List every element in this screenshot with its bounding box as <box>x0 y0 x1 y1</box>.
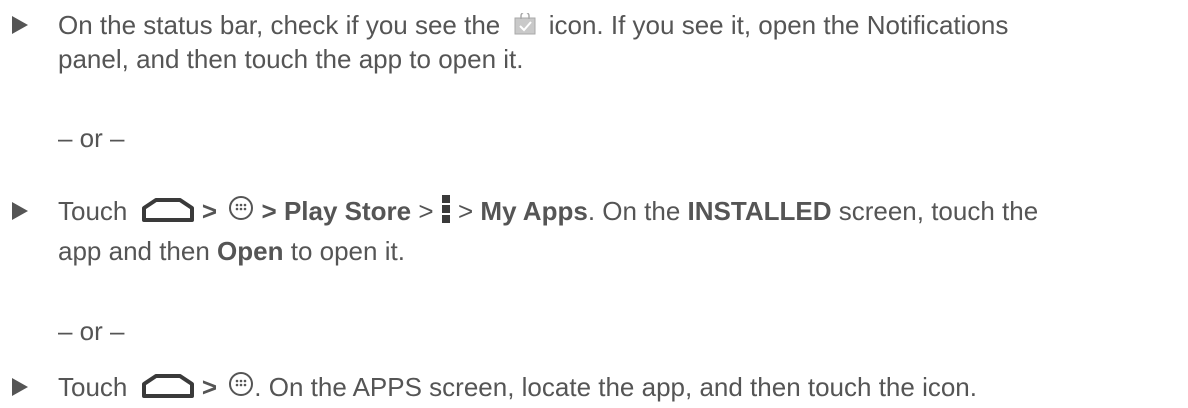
step-1-line-2: panel, and then touch the app to open it… <box>58 44 524 74</box>
step-2-touch: Touch <box>58 196 128 226</box>
step-2-line2-b: to open it. <box>283 236 405 266</box>
step-2-open: Open <box>217 236 284 266</box>
menu-icon <box>441 195 451 224</box>
step-1-line-1: On the status bar, check if you see the … <box>58 10 1008 40</box>
step-2-gt-1: > <box>201 196 218 226</box>
step-2-text-b: screen, touch the <box>831 196 1039 226</box>
step-2-gt-4: > <box>458 196 474 226</box>
step-2-play-store: Play Store <box>283 196 412 226</box>
bullet-arrow-icon <box>12 202 28 220</box>
step-3-gt-1: > <box>201 372 218 402</box>
or-separator-1: – or – <box>58 123 125 153</box>
bullet-arrow-icon <box>12 16 28 34</box>
step-2-gt-3: > <box>418 196 434 226</box>
step-2-my-apps: My Apps <box>480 196 588 226</box>
home-icon <box>141 374 195 399</box>
step-3-text: . On the APPS screen, locate the app, an… <box>254 372 977 402</box>
step-2-text-a: . On the <box>587 196 688 226</box>
or-separator-2: – or – <box>58 316 125 346</box>
step-2-installed: INSTALLED <box>687 196 832 226</box>
step-2-line-1: Touch > > Play Store > > My Apps. On the… <box>58 195 1039 227</box>
step-3-line-1: Touch > . On the APPS screen, locate the… <box>58 372 977 402</box>
bullet-arrow-icon <box>12 378 28 396</box>
apps-launcher-icon <box>228 371 254 397</box>
step-1-text-a: On the status bar, check if you see the <box>58 10 501 40</box>
apps-launcher-icon <box>228 195 254 221</box>
step-1-text-b: icon. If you see it, open the Notificati… <box>548 10 1009 40</box>
step-2-line-2: app and then Open to open it. <box>58 236 405 266</box>
home-icon <box>141 198 195 223</box>
step-3-touch: Touch <box>58 372 128 402</box>
store-bag-check-icon <box>514 13 536 35</box>
step-2-gt-2: > <box>261 196 277 226</box>
step-2-line2-a: app and then <box>58 236 218 266</box>
